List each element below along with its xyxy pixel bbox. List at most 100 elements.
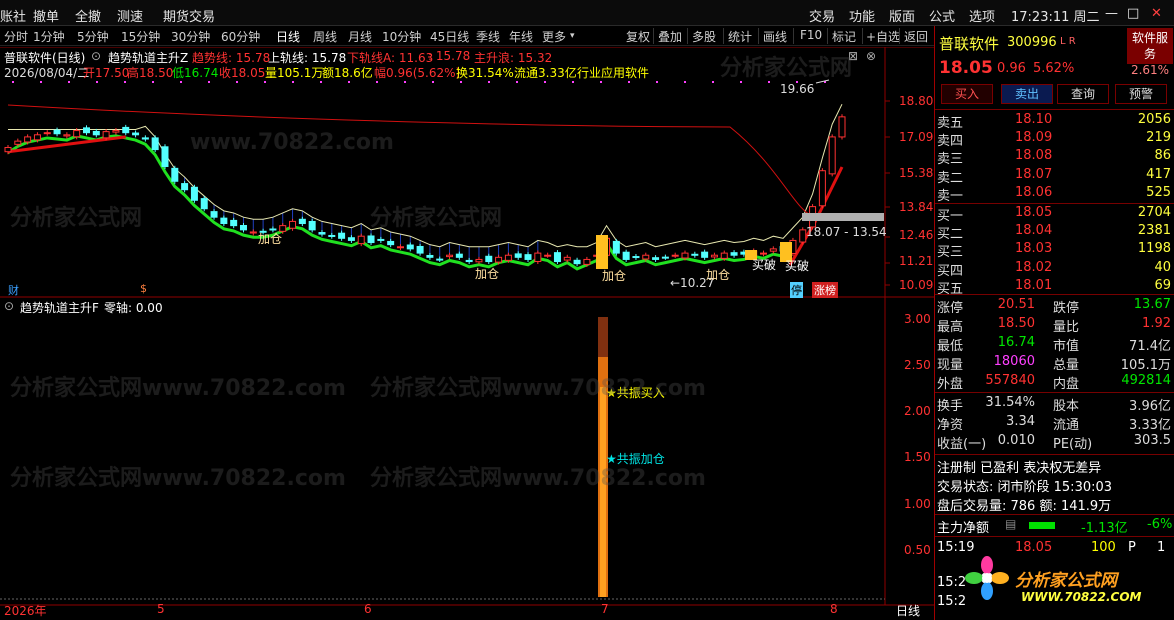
toolbar-multi[interactable]: 多股 bbox=[692, 28, 716, 45]
candle-body bbox=[426, 254, 434, 258]
tab-period-60m[interactable]: 60分钟 bbox=[221, 28, 260, 45]
marker-dot bbox=[516, 81, 518, 83]
toolbar-add-watch[interactable]: +自选 bbox=[866, 28, 900, 45]
kline-chart[interactable] bbox=[0, 47, 934, 620]
signal-add: 加仓 bbox=[706, 268, 731, 282]
level-price: 18.10 bbox=[1015, 112, 1053, 127]
tab-period-day[interactable]: 日线 bbox=[276, 28, 300, 45]
ask-row[interactable]: 卖五 18.10 2056 bbox=[935, 112, 1174, 131]
ask-row[interactable]: 卖一 18.06 525 bbox=[935, 185, 1174, 204]
menu-function[interactable]: 功能 bbox=[849, 6, 875, 25]
level-price: 18.08 bbox=[1015, 148, 1053, 164]
chevron-up-icon[interactable]: ⊗ bbox=[866, 49, 876, 63]
maximize-icon[interactable]: □ bbox=[1127, 6, 1139, 21]
bid-row[interactable]: 买三 18.03 1198 bbox=[935, 241, 1174, 260]
close-icon[interactable]: ✕ bbox=[1151, 6, 1162, 21]
tab-period-10m[interactable]: 10分钟 bbox=[382, 28, 421, 45]
bid-row[interactable]: 买四 18.02 40 bbox=[935, 260, 1174, 279]
finance-tag[interactable]: 财 bbox=[8, 282, 19, 298]
ask-row[interactable]: 卖二 18.07 417 bbox=[935, 166, 1174, 186]
logo-text: 分析家公式网 bbox=[1015, 571, 1117, 591]
tab-period-week[interactable]: 周线 bbox=[313, 28, 337, 45]
flow-icon[interactable]: ▤ bbox=[1005, 517, 1016, 531]
stat-row: 外盘 557840 内盘 492814 bbox=[935, 373, 1174, 392]
menu-cancel-order[interactable]: 撤单 bbox=[33, 6, 59, 25]
halt-tag[interactable]: 停 bbox=[790, 282, 803, 298]
candle-body bbox=[43, 132, 51, 135]
sub-settings-icon[interactable]: ⊙ bbox=[4, 299, 14, 313]
info-close: 收18.05 bbox=[219, 66, 266, 80]
level-volume: 417 bbox=[1146, 166, 1171, 182]
stat-cell: 0.010 bbox=[997, 433, 1035, 448]
toolbar-stats[interactable]: 统计 bbox=[728, 28, 752, 45]
tab-period-quarter[interactable]: 季线 bbox=[476, 28, 500, 45]
tab-period-15m[interactable]: 15分钟 bbox=[121, 28, 160, 45]
stat-row: 换手 31.54% 股本 3.96亿 bbox=[935, 395, 1174, 414]
toolbar-adjust[interactable]: 复权 bbox=[626, 28, 650, 45]
limit-list-tag[interactable]: 涨榜 bbox=[812, 282, 838, 298]
marker-dot bbox=[124, 81, 126, 83]
level-volume: 219 bbox=[1146, 130, 1171, 146]
max-price-label: 19.66 bbox=[780, 82, 815, 96]
marker-dot bbox=[740, 81, 742, 83]
tab-period-more[interactable]: 更多 bbox=[542, 28, 566, 45]
sub-indicator-name[interactable]: 趋势轨道主升F bbox=[20, 299, 99, 316]
tab-period-year[interactable]: 年线 bbox=[509, 28, 533, 45]
query-button[interactable]: 查询 bbox=[1057, 84, 1109, 104]
level-volume: 86 bbox=[1154, 148, 1171, 164]
menu-options[interactable]: 选项 bbox=[969, 6, 995, 25]
candle-body bbox=[151, 137, 159, 151]
menu-trade[interactable]: 交易 bbox=[809, 6, 835, 25]
sell-button[interactable]: 卖出 bbox=[1001, 84, 1053, 104]
ask-row[interactable]: 卖四 18.09 219 bbox=[935, 130, 1174, 149]
time-label: 6 bbox=[364, 602, 372, 616]
stat-cell: 净资 bbox=[937, 418, 964, 433]
menu-formula[interactable]: 公式 bbox=[929, 6, 955, 25]
menu-account[interactable]: 账社 bbox=[0, 6, 26, 25]
tab-period-1m[interactable]: 1分钟 bbox=[33, 28, 65, 45]
candle-body bbox=[161, 146, 169, 167]
tab-period-30m[interactable]: 30分钟 bbox=[171, 28, 210, 45]
marker-dot bbox=[656, 81, 658, 83]
marker-dot bbox=[152, 81, 154, 83]
marker-dot bbox=[544, 81, 546, 83]
stat-cell: 105.1万 bbox=[1120, 358, 1171, 373]
toolbar-back[interactable]: 返回 bbox=[904, 28, 928, 45]
toolbar-mark[interactable]: 标记 bbox=[832, 28, 856, 45]
candle-body bbox=[53, 129, 61, 135]
alert-button[interactable]: 预警 bbox=[1115, 84, 1167, 104]
toolbar-overlay[interactable]: 叠加 bbox=[658, 28, 682, 45]
stat-cell: 13.67 bbox=[1133, 297, 1171, 312]
bid-row[interactable]: 买一 18.05 2704 bbox=[935, 205, 1174, 224]
buy-button[interactable]: 买入 bbox=[941, 84, 993, 104]
tab-period-45d[interactable]: 45日线 bbox=[430, 28, 469, 45]
dividend-tag[interactable]: $ bbox=[140, 282, 147, 295]
signal-add: 加仓 bbox=[602, 269, 627, 283]
stat-cell: 流通 bbox=[1053, 418, 1080, 433]
flow-bar bbox=[1029, 522, 1055, 529]
main-flow-label[interactable]: 主力净额 bbox=[937, 517, 989, 536]
chevron-down-icon[interactable]: ▾ bbox=[570, 31, 575, 41]
main-flow-value: -1.13亿 bbox=[1081, 521, 1128, 536]
toolbar-f10[interactable]: F10 bbox=[800, 28, 822, 42]
tab-period-timeshare[interactable]: 分时 bbox=[4, 28, 28, 45]
toolbar-draw[interactable]: 画线 bbox=[763, 28, 787, 45]
candle-body bbox=[308, 220, 316, 231]
tab-period-month[interactable]: 月线 bbox=[348, 28, 372, 45]
menu-futures[interactable]: 期货交易 bbox=[163, 6, 215, 25]
stat-row: 收益(一) 0.010 PE(动) 303.5 bbox=[935, 433, 1174, 452]
marker-dot bbox=[264, 81, 266, 83]
menu-layout[interactable]: 版面 bbox=[889, 6, 915, 25]
indicator-settings-icon[interactable]: ⊙ bbox=[91, 49, 101, 63]
ask-row[interactable]: 卖三 18.08 86 bbox=[935, 148, 1174, 167]
sector-badge[interactable]: 软件服务 2.61% bbox=[1127, 28, 1173, 77]
expand-icon[interactable]: ⊠ bbox=[848, 49, 858, 63]
tab-period-5m[interactable]: 5分钟 bbox=[77, 28, 109, 45]
stat-cell: 71.4亿 bbox=[1129, 339, 1171, 354]
period-mode[interactable]: 日线 bbox=[896, 602, 920, 619]
minimize-icon[interactable]: — bbox=[1105, 6, 1118, 21]
menu-cancel-all[interactable]: 全撤 bbox=[75, 6, 101, 25]
menu-speed-test[interactable]: 测速 bbox=[117, 6, 143, 25]
candle-body bbox=[730, 252, 738, 256]
bid-row[interactable]: 买二 18.04 2381 bbox=[935, 223, 1174, 242]
